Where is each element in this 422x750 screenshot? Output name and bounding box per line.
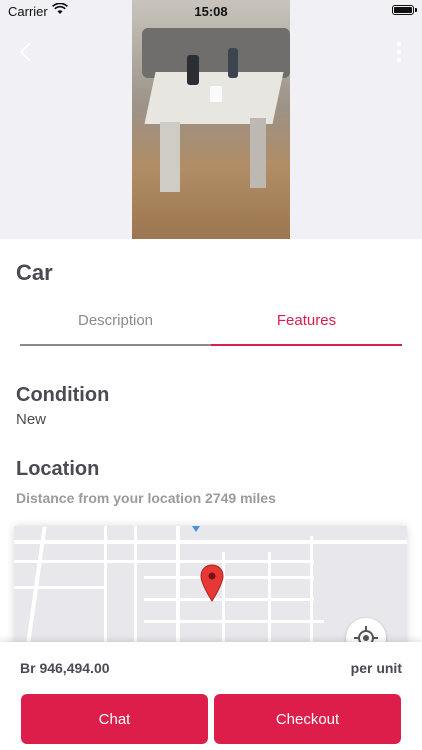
photo-table-leg [250,118,266,188]
map-road [268,552,271,650]
more-vertical-icon[interactable] [394,40,404,64]
map-road [310,536,313,650]
battery-icon [392,5,417,15]
photo-bottle [187,55,199,85]
price-label: Br 946,494.00 [20,660,110,676]
back-arrow-icon[interactable] [14,40,38,64]
photo-bottle [228,48,238,78]
distance-text: Distance from your location 2749 miles [16,490,276,506]
tab-features[interactable]: Features [211,304,402,346]
map-road [144,576,314,579]
map-road [104,526,107,650]
checkout-button[interactable]: Checkout [214,694,401,744]
tab-bar: Description Features [20,304,402,346]
map-pin-icon[interactable] [200,564,224,602]
map-road [134,526,137,650]
map-marker-small-icon [192,526,200,532]
product-image-area [0,0,422,239]
map-road [144,620,324,623]
location-heading: Location [16,458,100,480]
map-road [176,526,180,650]
status-bar: Carrier 15:08 [0,0,422,22]
condition-value: New [16,411,47,428]
unit-label: per unit [350,660,402,676]
map-road [14,586,104,589]
chat-button[interactable]: Chat [21,694,208,744]
purchase-bar: Br 946,494.00 per unit Chat Checkout [0,642,422,750]
photo-table-leg [160,122,180,192]
map-road [144,598,314,601]
tab-description[interactable]: Description [20,304,211,346]
product-title: Car [16,260,53,285]
clock-time: 15:08 [194,4,228,19]
condition-heading: Condition [16,384,110,406]
photo-cup [210,86,222,102]
location-map[interactable] [14,526,407,650]
map-road [14,540,407,544]
photo-sofa [142,28,290,78]
product-photo[interactable] [132,0,290,239]
